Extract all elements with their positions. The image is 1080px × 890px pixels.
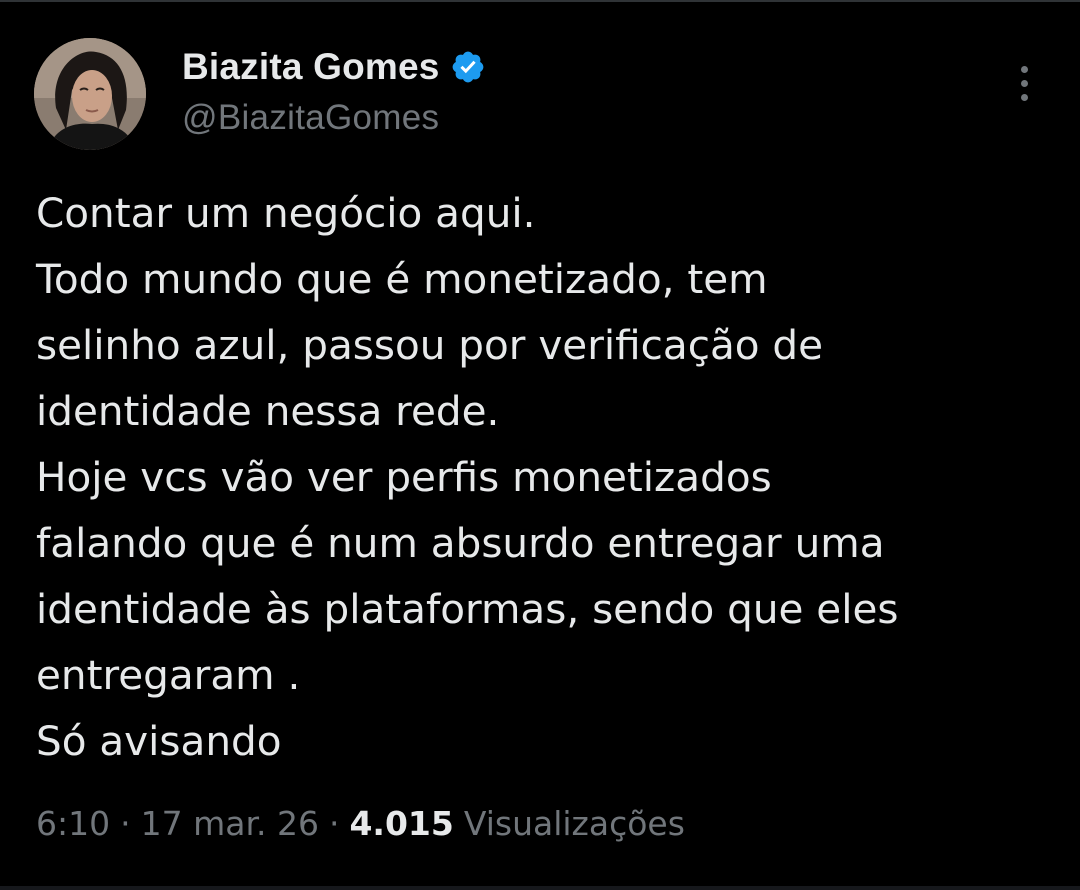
avatar[interactable] — [34, 38, 146, 150]
tweet-date[interactable]: 17 mar. 26 — [141, 804, 319, 843]
more-vertical-icon — [1020, 93, 1028, 101]
verified-badge-icon[interactable] — [450, 49, 486, 85]
view-count[interactable]: 4.015 — [349, 804, 453, 843]
separator-dot: · — [120, 803, 131, 843]
more-options-button[interactable] — [1004, 60, 1044, 106]
name-row: Biazita Gomes — [182, 44, 486, 90]
more-vertical-icon — [1020, 79, 1028, 87]
tweet[interactable]: Biazita Gomes @BiazitaGomes Contar um ne… — [0, 0, 1080, 886]
separator-dot: · — [328, 803, 340, 843]
views-label[interactable]: Visualizações — [464, 804, 685, 843]
tweet-time[interactable]: 6:10 — [36, 804, 110, 843]
more-vertical-icon — [1020, 65, 1028, 73]
bottom-divider — [0, 886, 1080, 890]
display-name[interactable]: Biazita Gomes — [182, 46, 440, 88]
tweet-text: Contar um negócio aqui. Todo mundo que é… — [36, 189, 899, 765]
tweet-meta: 6:10 · 17 mar. 26 · 4.015 Visualizações — [36, 798, 685, 848]
avatar-image — [34, 38, 146, 150]
user-handle[interactable]: @BiazitaGomes — [182, 98, 486, 138]
author-info[interactable]: Biazita Gomes @BiazitaGomes — [182, 44, 486, 138]
